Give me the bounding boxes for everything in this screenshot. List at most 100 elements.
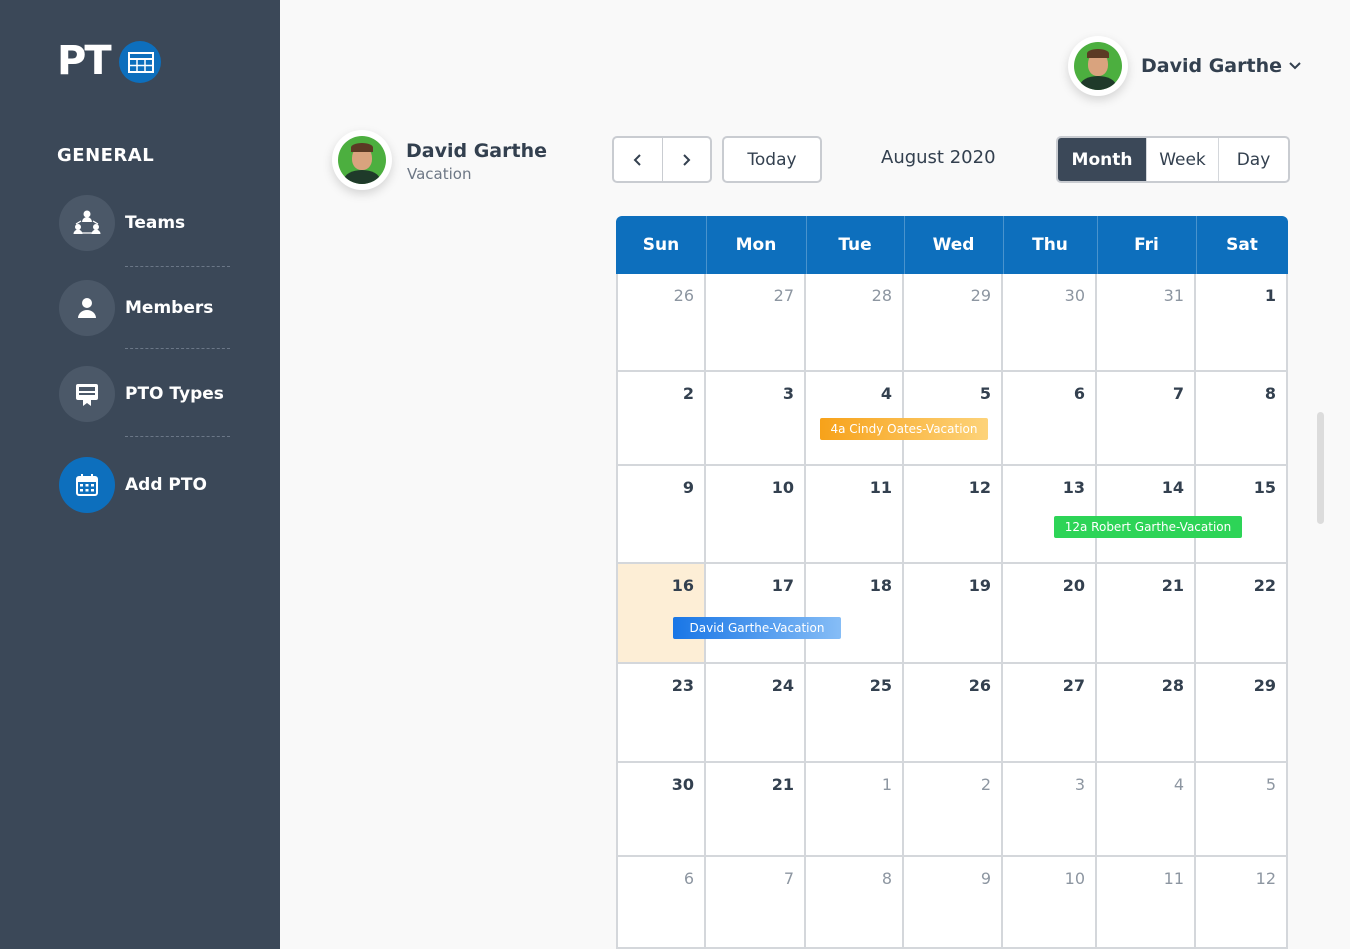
day-number: 2 [682,384,694,403]
sidebar-divider [125,266,230,267]
calendar-header: Sun Mon Tue Wed Thu Fri Sat [616,216,1288,274]
day-number: 31 [1163,286,1184,305]
day-cell[interactable]: 1 [1196,274,1288,372]
day-number: 5 [979,384,991,403]
day-cell[interactable]: 20 [1003,564,1097,664]
view-switch: Month Week Day [1056,136,1290,183]
day-number: 17 [771,576,794,595]
day-cell[interactable]: 8 [1196,372,1288,466]
day-cell[interactable]: 17 [706,564,806,664]
day-cell[interactable]: 27 [1003,664,1097,763]
sidebar-item-label: Teams [125,213,186,233]
day-cell[interactable]: 28 [806,274,904,372]
day-number: 4 [1173,775,1184,794]
day-number: 10 [771,478,794,497]
day-number: 30 [1064,286,1085,305]
day-cell[interactable]: 30 [616,763,706,857]
day-cell[interactable]: 3 [706,372,806,466]
day-cell[interactable]: 6 [1003,372,1097,466]
day-number: 7 [783,869,794,888]
day-cell[interactable]: 4 [1097,763,1196,857]
calendar-icon [59,457,115,513]
day-number: 19 [968,576,991,595]
user-menu[interactable]: David Garthe [1068,36,1302,96]
day-cell[interactable]: 10 [706,466,806,564]
day-number: 26 [968,676,991,695]
view-month-button[interactable]: Month [1058,138,1146,181]
sidebar-item-pto-types[interactable]: PTO Types [59,366,259,422]
day-cell[interactable]: 26 [904,664,1003,763]
day-cell[interactable]: 22 [1196,564,1288,664]
logo-text: PT [57,38,112,84]
day-cell[interactable]: 2 [904,763,1003,857]
day-cell[interactable]: 1 [806,763,904,857]
day-number: 29 [970,286,991,305]
day-cell[interactable]: 18 [806,564,904,664]
avatar [1068,36,1128,96]
day-cell[interactable]: 8 [806,857,904,949]
day-cell[interactable]: 26 [616,274,706,372]
scrollbar[interactable] [1317,412,1324,524]
day-cell[interactable]: 9 [904,857,1003,949]
day-cell[interactable]: 13 [1003,466,1097,564]
day-cell[interactable]: 11 [806,466,904,564]
prev-month-button[interactable] [614,138,662,181]
sidebar-item-members[interactable]: Members [59,280,259,336]
day-number: 1 [1264,286,1276,305]
calendar-event[interactable]: 4a Cindy Oates-Vacation [820,418,988,440]
day-number: 3 [1074,775,1085,794]
day-cell[interactable]: 21 [706,763,806,857]
day-cell[interactable]: 3 [1003,763,1097,857]
day-number: 18 [869,576,892,595]
view-day-button[interactable]: Day [1218,138,1288,181]
day-cell[interactable]: 10 [1003,857,1097,949]
day-cell[interactable]: 29 [1196,664,1288,763]
day-number: 9 [682,478,694,497]
calendar-event[interactable]: 12a Robert Garthe-Vacation [1054,516,1242,538]
day-cell[interactable]: 30 [1003,274,1097,372]
calendar-grid: Sun Mon Tue Wed Thu Fri Sat 26 27 28 29 30 31 1 2 3 4 5 6… [616,216,1288,949]
day-cell[interactable]: 23 [616,664,706,763]
day-number: 3 [782,384,794,403]
sidebar-item-add-pto[interactable]: Add PTO [59,457,259,513]
day-number: 4 [880,384,892,403]
sidebar-item-label: PTO Types [125,384,224,404]
day-number: 26 [673,286,694,305]
day-cell[interactable]: 16 [616,564,706,664]
sidebar-item-teams[interactable]: Teams [59,195,259,251]
selected-profile: David Garthe Vacation [332,130,547,190]
logo-calendar-icon [119,41,161,83]
day-cell[interactable]: 29 [904,274,1003,372]
day-cell[interactable]: 31 [1097,274,1196,372]
day-cell[interactable]: 7 [1097,372,1196,466]
day-cell[interactable]: 11 [1097,857,1196,949]
day-cell[interactable]: 25 [806,664,904,763]
day-cell[interactable]: 6 [616,857,706,949]
day-cell[interactable]: 5 [1196,763,1288,857]
day-number: 27 [1062,676,1085,695]
next-month-button[interactable] [661,138,711,181]
day-cell[interactable]: 14 [1097,466,1196,564]
day-cell[interactable]: 12 [904,466,1003,564]
day-cell[interactable]: 12 [1196,857,1288,949]
day-cell[interactable]: 21 [1097,564,1196,664]
weekday-header: Sat [1226,235,1258,255]
day-number: 29 [1253,676,1276,695]
day-cell[interactable]: 27 [706,274,806,372]
month-title: August 2020 [881,147,996,168]
day-cell[interactable]: 7 [706,857,806,949]
weekday-header: Wed [932,235,975,255]
day-number: 11 [1163,869,1184,888]
day-cell[interactable]: 24 [706,664,806,763]
today-button[interactable]: Today [722,136,822,183]
calendar-event[interactable]: David Garthe-Vacation [673,617,841,639]
day-cell[interactable]: 9 [616,466,706,564]
day-number: 2 [980,775,991,794]
profile-pto-type: Vacation [407,165,472,183]
day-cell[interactable]: 15 [1196,466,1288,564]
day-cell[interactable]: 2 [616,372,706,466]
view-week-button[interactable]: Week [1146,138,1218,181]
day-cell[interactable]: 28 [1097,664,1196,763]
day-cell[interactable]: 19 [904,564,1003,664]
day-number: 11 [869,478,892,497]
